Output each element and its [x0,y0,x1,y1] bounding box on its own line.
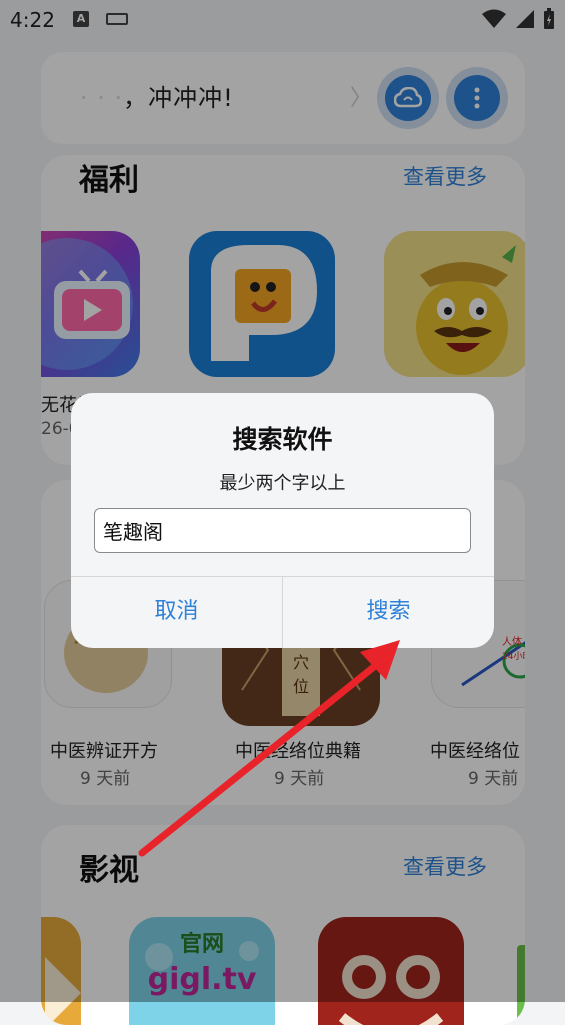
annotation-arrow-icon [138,640,400,857]
